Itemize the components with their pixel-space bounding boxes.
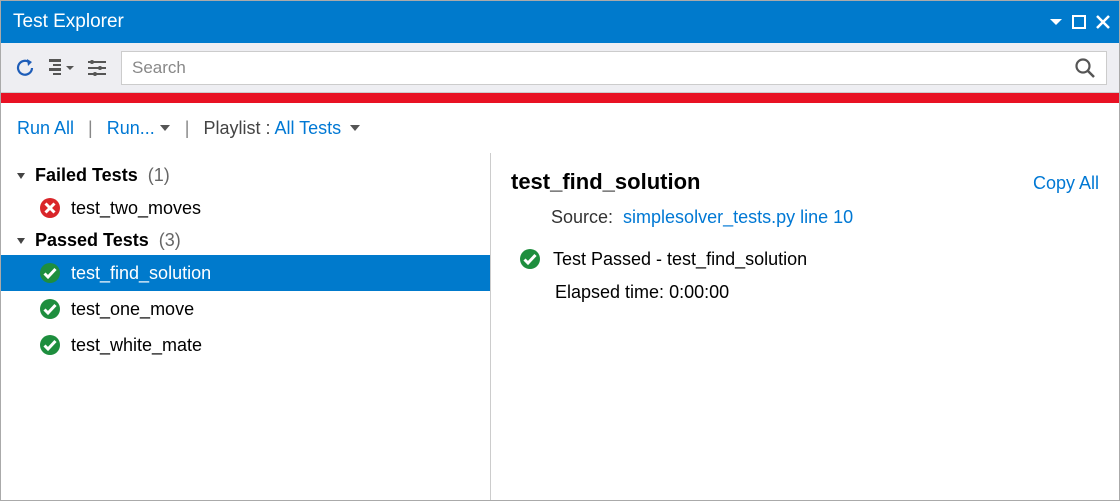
detail-elapsed: Elapsed time: 0:00:00 [511,282,1099,303]
detail-title: test_find_solution [511,169,700,195]
test-tree: Failed Tests (1) test_two_moves Passed T… [1,153,491,500]
failed-tests-group[interactable]: Failed Tests (1) [1,161,490,190]
test-name: test_find_solution [71,263,211,284]
test-name: test_one_move [71,299,194,320]
window-title: Test Explorer [9,11,1049,33]
test-item-passed[interactable]: test_find_solution [1,255,490,291]
elapsed-label: Elapsed time: [555,282,664,302]
run-label: Run... [107,118,155,139]
separator: | [88,118,93,139]
pass-icon [519,248,541,270]
group-label: Passed Tests [35,230,149,251]
window-controls [1049,14,1111,30]
collapse-icon [15,235,27,247]
fail-icon [39,197,61,219]
separator: | [185,118,190,139]
search-box[interactable] [121,51,1107,85]
run-all-link[interactable]: Run All [17,118,74,139]
title-bar: Test Explorer [1,1,1119,43]
status-bar [1,93,1119,103]
toolbar-buttons [13,56,109,80]
search-input[interactable] [132,58,1068,78]
result-text: Test Passed - test_find_solution [553,249,807,270]
pass-icon [39,262,61,284]
toolbar [1,43,1119,93]
filter-icon[interactable] [85,56,109,80]
elapsed-value: 0:00:00 [669,282,729,302]
window-menu-icon[interactable] [1049,15,1063,29]
collapse-icon [15,170,27,182]
group-label: Failed Tests [35,165,138,186]
group-count: (1) [148,165,170,186]
pass-icon [39,298,61,320]
action-bar: Run All | Run... | Playlist : All Tests [1,103,1119,153]
source-link[interactable]: simplesolver_tests.py line 10 [623,207,853,228]
detail-header: test_find_solution Copy All [511,169,1099,195]
test-item-failed[interactable]: test_two_moves [1,190,490,226]
playlist-label: Playlist : [203,118,270,139]
detail-source: Source: simplesolver_tests.py line 10 [511,207,1099,228]
test-item-passed[interactable]: test_white_mate [1,327,490,363]
source-label: Source: [551,207,613,228]
test-name: test_white_mate [71,335,202,356]
close-icon[interactable] [1095,14,1111,30]
test-name: test_two_moves [71,198,201,219]
test-detail: test_find_solution Copy All Source: simp… [491,153,1119,500]
detail-result: Test Passed - test_find_solution [511,248,1099,270]
pass-icon [39,334,61,356]
chevron-down-icon [159,123,171,133]
refresh-icon[interactable] [13,56,37,80]
passed-tests-group[interactable]: Passed Tests (3) [1,226,490,255]
playlist-value: All Tests [274,118,341,139]
copy-all-link[interactable]: Copy All [1033,173,1099,194]
search-icon[interactable] [1074,57,1096,79]
maximize-icon[interactable] [1071,14,1087,30]
group-count: (3) [159,230,181,251]
content-area: Failed Tests (1) test_two_moves Passed T… [1,153,1119,500]
group-by-icon[interactable] [47,56,75,80]
test-item-passed[interactable]: test_one_move [1,291,490,327]
playlist-dropdown[interactable]: Playlist : All Tests [203,118,361,139]
chevron-down-icon [349,123,361,133]
run-dropdown[interactable]: Run... [107,118,171,139]
